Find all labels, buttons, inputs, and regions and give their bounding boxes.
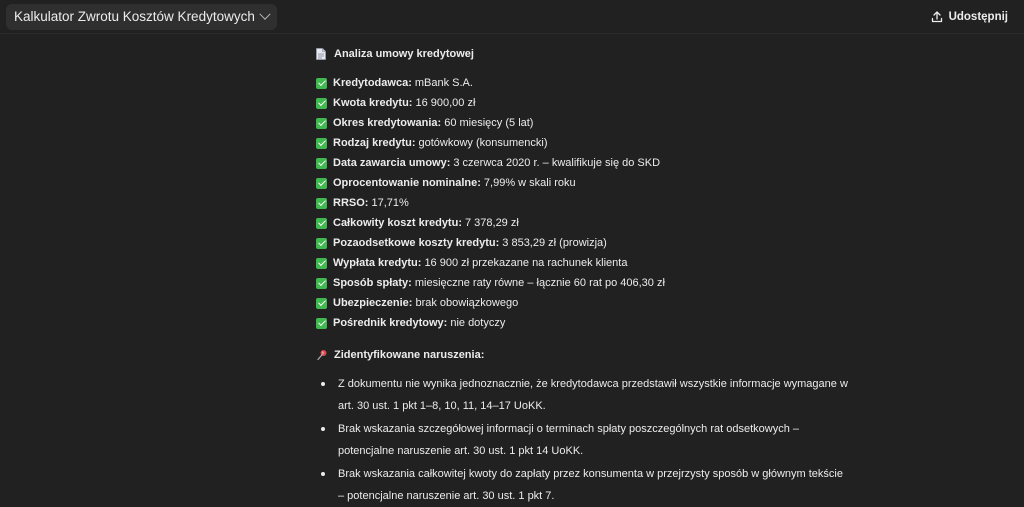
list-item: Kwota kredytu: 16 900,00 zł (316, 93, 876, 113)
share-upload-icon (931, 10, 942, 22)
check-box-icon (316, 277, 327, 289)
list-item: RRSO: 17,71% (316, 193, 876, 213)
check-box-icon (316, 137, 327, 149)
list-item: Brak wskazania szczegółowej informacji o… (316, 418, 858, 462)
item-value: 7,99% w skali roku (483, 177, 576, 189)
item-value: 17,71% (371, 197, 409, 209)
violation-line: potencjalne naruszenie art. 30 ust. 1 pk… (338, 445, 584, 457)
item-label: RRSO: (333, 197, 369, 209)
item-value: 3 853,29 zł (prowizja) (502, 237, 607, 249)
list-item: Rodzaj kredytu: gotówkowy (konsumencki) (316, 133, 876, 153)
list-item: Pozaodsetkowe koszty kredytu: 3 853,29 zł… (316, 233, 876, 253)
item-value: 7 378,29 zł (464, 217, 519, 229)
top-bar: Kalkulator Zwrotu Kosztów Kredytowych Ud… (0, 0, 1024, 34)
violation-line: Brak wskazania szczegółowej informacji o… (338, 423, 799, 435)
item-label: Całkowity koszt kredytu: (333, 217, 462, 229)
item-label: Pozaodsetkowe koszty kredytu: (333, 237, 500, 249)
item-label: Kredytodawca: (333, 77, 412, 89)
item-value: mBank S.A. (414, 77, 473, 89)
item-value: gotówkowy (konsumencki) (418, 137, 548, 149)
list-item: Wypłata kredytu: 16 900 zł przekazane na … (316, 253, 876, 273)
check-box-icon (316, 117, 327, 129)
chevron-down-icon (259, 8, 271, 20)
list-item: Brak wskazania całkowitej kwoty do zapła… (316, 463, 858, 507)
pushpin-icon (317, 350, 327, 361)
list-item: Ubezpieczenie: brak obowiązkowego (316, 293, 876, 313)
list-item: Pośrednik kredytowy: nie dotyczy (316, 313, 876, 333)
item-label: Sposób spłaty: (333, 277, 412, 289)
item-value: 60 miesięcy (5 lat) (444, 117, 534, 129)
item-value: 16 900 zł przekazane na rachunek klienta (424, 257, 628, 269)
analysis-heading-text: Analiza umowy kredytowej (334, 48, 474, 60)
check-box-icon (316, 197, 327, 209)
item-label: Kwota kredytu: (333, 97, 413, 109)
item-label: Wypłata kredytu: (333, 257, 422, 269)
check-box-icon (316, 77, 327, 89)
violations-list: Z dokumentu nie wynika jednoznacznie, że… (316, 373, 876, 507)
list-item: Data zawarcia umowy: 3 czerwca 2020 r. – … (316, 153, 876, 173)
violations-heading: Zidentyfikowane naruszenia: (316, 345, 876, 365)
check-box-icon (316, 297, 327, 309)
item-value: nie dotyczy (450, 317, 506, 329)
check-box-icon (316, 257, 327, 269)
list-item: Oprocentowanie nominalne: 7,99% w skali r… (316, 173, 876, 193)
list-item: Kredytodawca: mBank S.A. (316, 73, 876, 93)
item-label: Rodzaj kredytu: (333, 137, 416, 149)
item-label: Data zawarcia umowy: (333, 157, 451, 169)
document-icon (316, 48, 326, 60)
analysis-list: Kredytodawca: mBank S.A. Kwota kredytu: 16… (316, 73, 876, 333)
check-box-icon (316, 237, 327, 249)
message-content: Analiza umowy kredytowej Kredytodawca: mB… (316, 44, 876, 507)
chat-title-dropdown[interactable]: Kalkulator Zwrotu Kosztów Kredytowych (6, 3, 277, 30)
item-value: miesięczne raty równe – łącznie 60 rat p… (414, 277, 665, 289)
list-item: Całkowity koszt kredytu: 7 378,29 zł (316, 213, 876, 233)
list-item: Z dokumentu nie wynika jednoznacznie, że… (316, 373, 858, 417)
chat-title: Kalkulator Zwrotu Kosztów Kredytowych (14, 9, 255, 24)
check-box-icon (316, 217, 327, 229)
item-value: 3 czerwca 2020 r. – kwalifikuje się do S… (453, 157, 661, 169)
violation-line: Brak wskazania całkowitej kwoty do zapła… (338, 468, 843, 480)
share-button[interactable]: Udostępnij (925, 4, 1014, 30)
check-box-icon (316, 177, 327, 189)
violation-line: – potencjalne naruszenie art. 30 ust. 1 … (338, 490, 555, 502)
check-box-icon (316, 157, 327, 169)
list-item: Sposób spłaty: miesięczne raty równe – łą… (316, 273, 876, 293)
item-value: 16 900,00 zł (415, 97, 476, 109)
item-label: Pośrednik kredytowy: (333, 317, 448, 329)
item-label: Oprocentowanie nominalne: (333, 177, 481, 189)
list-item: Okres kredytowania: 60 miesięcy (5 lat) (316, 113, 876, 133)
check-box-icon (316, 97, 327, 109)
violation-line: art. 30 ust. 1 pkt 1–8, 10, 11, 14–17 Uo… (338, 400, 546, 412)
violation-line: Z dokumentu nie wynika jednoznacznie, że… (338, 378, 848, 390)
violations-heading-text: Zidentyfikowane naruszenia: (334, 349, 485, 361)
share-label: Udostępnij (948, 10, 1008, 23)
item-label: Ubezpieczenie: (333, 297, 413, 309)
item-value: brak obowiązkowego (415, 297, 519, 309)
check-box-icon (316, 317, 327, 329)
analysis-heading: Analiza umowy kredytowej (316, 44, 876, 64)
item-label: Okres kredytowania: (333, 117, 442, 129)
